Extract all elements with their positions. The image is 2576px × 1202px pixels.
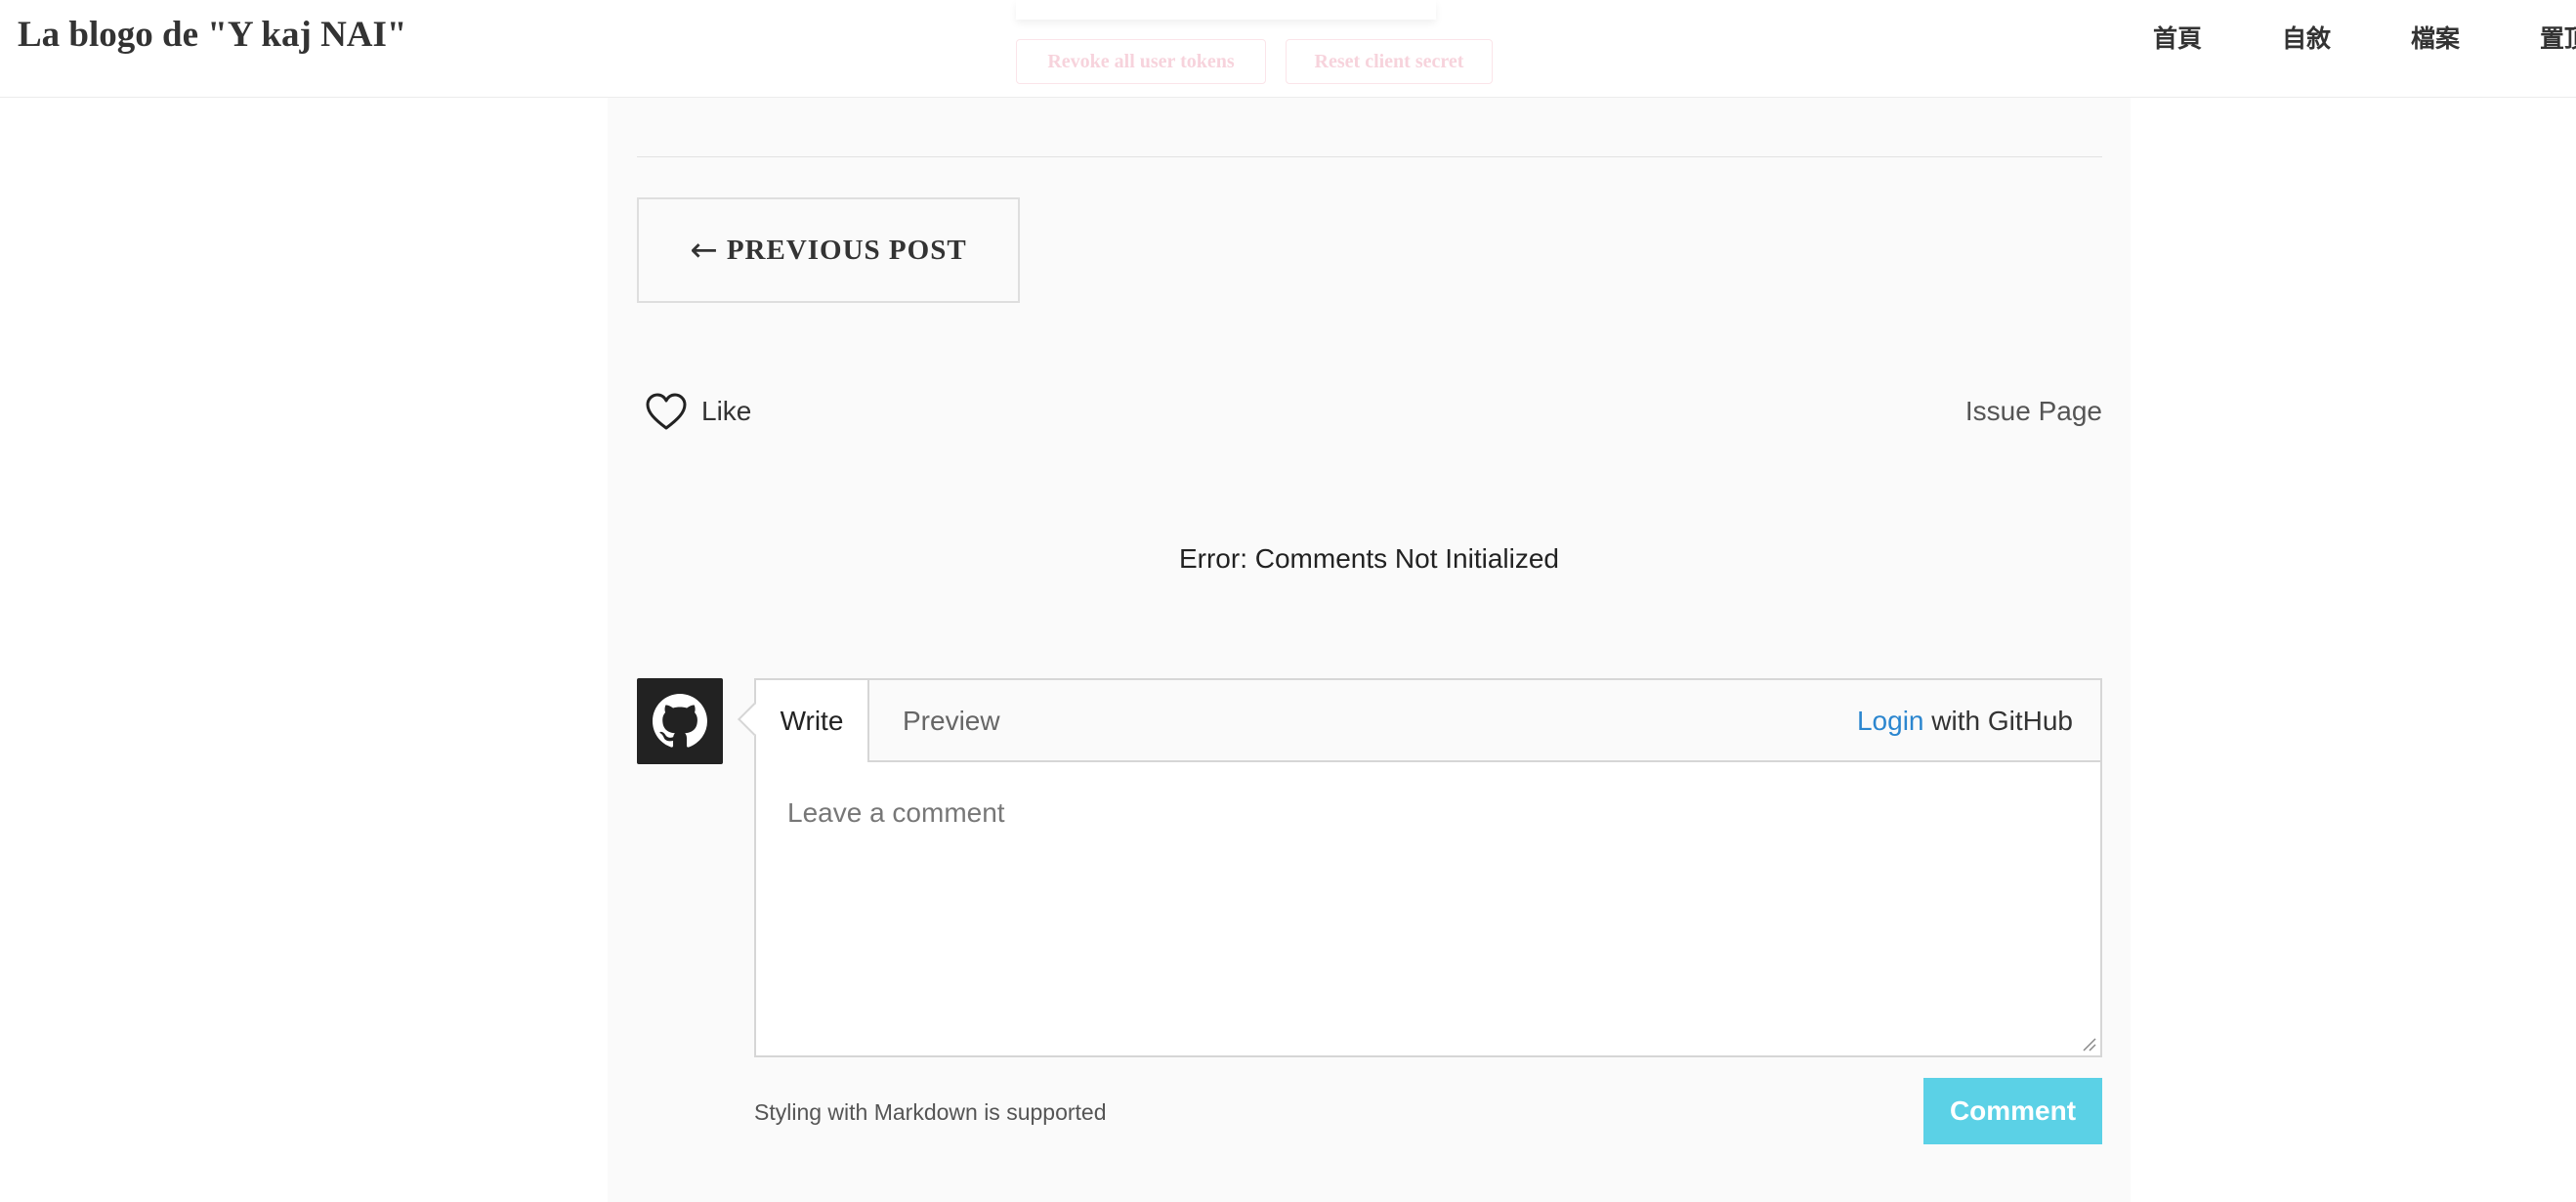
nav-item-about[interactable]: 自敘	[2282, 20, 2411, 59]
comment-submit-button[interactable]: Comment	[1923, 1078, 2102, 1144]
comment-input[interactable]	[756, 762, 2100, 1055]
previous-post-button[interactable]: ← PREVIOUS POST	[637, 197, 1020, 303]
editor-header: Write Preview Login with GitHub	[756, 680, 2100, 762]
github-icon	[653, 694, 707, 748]
revoke-tokens-button[interactable]: Revoke all user tokens	[1016, 39, 1266, 84]
previous-post-label: PREVIOUS POST	[726, 234, 967, 266]
markdown-hint: Styling with Markdown is supported	[754, 1099, 1107, 1125]
avatar	[637, 678, 723, 764]
login-prompt: Login with GitHub	[1857, 706, 2073, 737]
login-link[interactable]: Login	[1857, 706, 1924, 736]
nav-item-pinned[interactable]: 置頂	[2540, 20, 2576, 59]
comment-editor: Write Preview Login with GitHub	[738, 678, 2102, 1057]
post-footer: ← PREVIOUS POST Like Issue Page Error: C…	[608, 97, 2131, 1202]
main-nav: 首頁 自敘 檔案 置頂	[2153, 20, 2576, 59]
comments-error-message: Error: Comments Not Initialized	[1178, 543, 1559, 574]
overlay-panel	[1016, 0, 1436, 20]
login-suffix: with GitHub	[1931, 706, 2073, 736]
nav-item-archive[interactable]: 檔案	[2411, 20, 2540, 59]
divider	[637, 156, 2102, 157]
arrow-left-icon: ←	[690, 231, 719, 270]
like-button[interactable]: Like	[645, 392, 751, 431]
resize-handle-icon[interactable]	[2081, 1036, 2096, 1052]
nav-item-home[interactable]: 首頁	[2153, 20, 2282, 59]
tab-preview[interactable]: Preview	[903, 706, 1000, 737]
site-title[interactable]: La blogo de "Y kaj NAI"	[18, 14, 406, 56]
reset-secret-button[interactable]: Reset client secret	[1286, 39, 1493, 84]
issue-page-link[interactable]: Issue Page	[1965, 396, 2102, 427]
tab-write[interactable]: Write	[756, 680, 869, 762]
heart-outline-icon	[646, 393, 687, 430]
like-label: Like	[701, 396, 752, 426]
